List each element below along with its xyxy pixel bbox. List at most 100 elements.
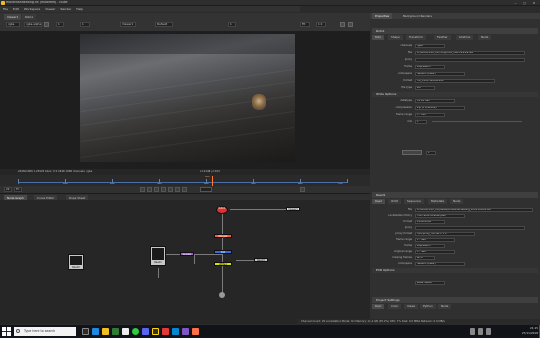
render-button[interactable] <box>402 150 422 155</box>
tab-feather[interactable]: Feather <box>434 35 451 40</box>
compression-select[interactable]: Zip (1 scanline) <box>415 105 465 110</box>
merge-node[interactable]: Merge1 <box>214 234 232 238</box>
tab-background-renders[interactable]: Background Renders <box>400 13 435 19</box>
proxy-field[interactable] <box>415 57 525 62</box>
playhead[interactable] <box>212 176 213 186</box>
localization-select[interactable]: from auto-localize path <box>415 213 465 218</box>
next-key-icon[interactable] <box>175 187 180 192</box>
task-view-icon[interactable] <box>82 328 89 335</box>
spotify-icon[interactable] <box>132 328 139 335</box>
tab-read[interactable]: Read <box>372 199 386 204</box>
chrome-icon[interactable] <box>112 328 119 335</box>
edge-pixels-select[interactable]: plate detect <box>415 280 445 285</box>
tab-views[interactable]: Views <box>404 304 419 309</box>
project-settings-header[interactable]: Project Settings <box>372 297 538 303</box>
windows-start-icon[interactable] <box>2 327 11 336</box>
taskbar-search-input[interactable]: Type here to search <box>14 327 76 336</box>
tab-color[interactable]: Color <box>388 304 402 309</box>
exr-options-header[interactable]: EXR Options <box>372 268 538 273</box>
menu-help[interactable]: Help <box>76 6 83 12</box>
close-icon[interactable]: × <box>530 0 538 6</box>
read-file-field[interactable]: D:/NUKE/Shot_01/plates/moveinandeating_v… <box>415 207 533 212</box>
format-select[interactable]: HD_1080 1920x1080 <box>415 78 495 83</box>
viewer-node-select[interactable]: Viewer1 <box>120 22 136 27</box>
volume-icon[interactable] <box>478 328 483 335</box>
frame-range-field[interactable]: 1 - 100 <box>415 112 445 117</box>
play-icon[interactable] <box>168 187 173 192</box>
edge-icon[interactable] <box>92 328 99 335</box>
tab-viewer1[interactable]: Viewer1 <box>4 14 22 20</box>
read-frame-range[interactable]: 1 - 460 <box>415 237 455 242</box>
fps-field[interactable]: 24 <box>4 187 12 192</box>
read-node-header[interactable]: Read1 <box>372 192 538 198</box>
stop-icon[interactable] <box>161 187 166 192</box>
app-icon-red[interactable] <box>162 328 169 335</box>
tab-roto1[interactable]: Roto1 <box>22 14 37 20</box>
network-icon[interactable] <box>470 328 475 335</box>
zoom-select[interactable]: Fit <box>300 22 310 27</box>
discord-icon[interactable] <box>142 328 149 335</box>
file-field[interactable]: D:/NUKE/Shot_01/comp/roto_v003.####.exr <box>415 50 525 55</box>
frame-mode-select[interactable]: expression <box>415 64 445 69</box>
read-format-select[interactable]: 2448x1080 <box>415 219 445 224</box>
last-frame-icon[interactable] <box>182 187 187 192</box>
read-node-c[interactable]: Read3 <box>254 258 268 262</box>
store-icon[interactable] <box>122 328 129 335</box>
clip-warning-icon[interactable] <box>44 22 49 27</box>
nuke-taskbar-icon[interactable] <box>152 328 159 335</box>
tab-root[interactable]: Root <box>372 304 385 309</box>
colorspace-select[interactable]: default (linear) <box>415 71 465 76</box>
tab-python[interactable]: Python <box>420 304 436 309</box>
tab-properties[interactable]: Properties <box>372 13 393 19</box>
tab-ocio[interactable]: OCIO <box>388 199 402 204</box>
taskbar-clock[interactable]: 21:15 27/11/2018 <box>510 326 538 337</box>
gain-field[interactable]: 1 <box>56 22 64 27</box>
datatype-select[interactable]: 16 bit half <box>415 98 455 103</box>
write-node[interactable]: Write1 <box>214 262 232 266</box>
prev-key-icon[interactable] <box>147 187 152 192</box>
proxy-format-select[interactable]: root.proxy_format 1 1 0 <box>415 231 475 236</box>
roto-node[interactable]: Roto1 <box>216 206 228 214</box>
tab-project-node[interactable]: Node <box>438 304 452 309</box>
mix-slider[interactable] <box>432 121 522 122</box>
keyboard-icon[interactable] <box>486 328 491 335</box>
menu-render[interactable]: Render <box>61 6 72 12</box>
read-proxy-field[interactable] <box>415 225 525 230</box>
tab-transform[interactable]: Transform <box>406 35 426 40</box>
render-order-field[interactable]: 1 <box>426 150 436 155</box>
gamma-field[interactable]: 1 <box>80 22 90 27</box>
frame-field[interactable]: 1 <box>228 22 236 27</box>
layer-select[interactable]: rgba <box>6 22 20 27</box>
first-frame-icon[interactable] <box>140 187 145 192</box>
tab-lifetime[interactable]: Lifetime <box>456 35 474 40</box>
tab-roto[interactable]: Roto <box>372 35 385 40</box>
read-node-a[interactable]: Read1 <box>150 246 166 266</box>
tab-node[interactable]: Node <box>478 35 492 40</box>
menu-file[interactable]: File <box>3 6 8 12</box>
app-icon-purple[interactable] <box>182 328 189 335</box>
lock-icon[interactable] <box>348 22 353 27</box>
grade-node[interactable]: Grade1 <box>180 252 194 256</box>
tab-sequence[interactable]: Sequence <box>404 199 424 204</box>
merge-blue-node[interactable]: Dot <box>214 250 232 254</box>
menu-viewer[interactable]: Viewer <box>45 6 55 12</box>
loop-icon[interactable] <box>300 187 305 192</box>
minimize-icon[interactable]: – <box>512 0 519 6</box>
roto-node-header[interactable]: Roto1 <box>372 28 538 34</box>
missing-frames-select[interactable]: error <box>415 255 435 260</box>
mode-select[interactable]: Default <box>155 22 173 27</box>
file-explorer-icon[interactable] <box>102 328 109 335</box>
proxy-select[interactable]: 1:1 <box>316 22 326 27</box>
channels-select[interactable]: rgba <box>415 43 445 48</box>
frame-increment-field[interactable] <box>200 187 212 192</box>
mix-field[interactable]: 1 <box>415 119 427 124</box>
node-graph[interactable]: Roto1 Viewer1 Merge1 Read1 Grade1 Dot Wr… <box>0 200 370 324</box>
viewer-node[interactable]: Viewer1 <box>286 207 300 211</box>
app-icon-orange[interactable] <box>192 328 199 335</box>
app-icon-blue[interactable] <box>172 328 179 335</box>
menu-edit[interactable]: Edit <box>13 6 19 12</box>
tab-read-node[interactable]: Node <box>450 199 464 204</box>
tab-shape[interactable]: Shape <box>388 35 403 40</box>
timecode-mode[interactable]: TC <box>14 187 22 192</box>
play-back-icon[interactable] <box>154 187 159 192</box>
